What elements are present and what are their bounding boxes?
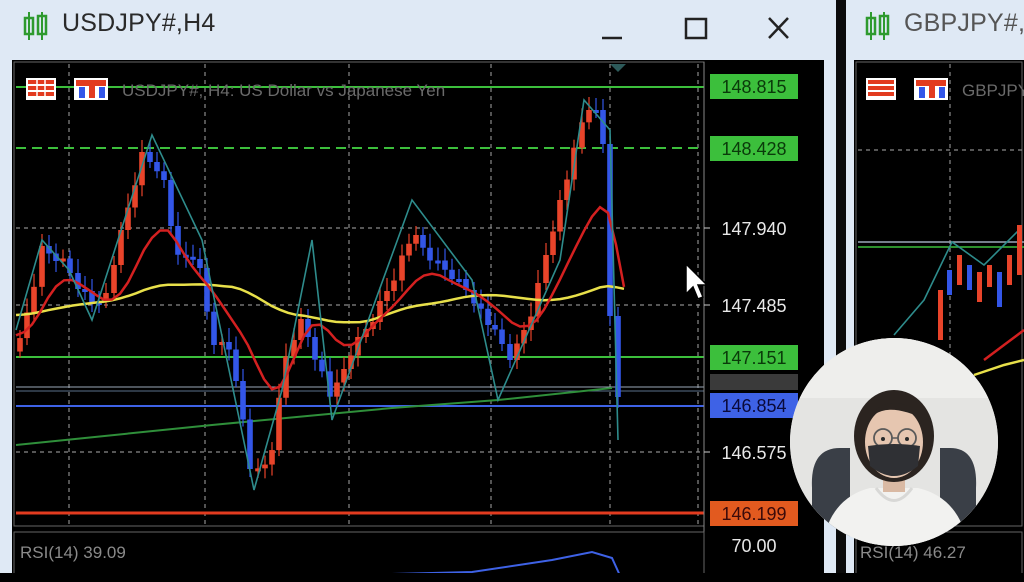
- candle-body[interactable]: [147, 152, 153, 162]
- candle-body[interactable]: [492, 325, 498, 330]
- candle-body[interactable]: [226, 342, 232, 350]
- candle-chart-icon: [865, 12, 890, 40]
- window-title: USDJPY#,H4: [62, 9, 216, 37]
- chart-window-usdjpy[interactable]: USDJPY#,H4 USDJPY#, H4: US Dollar vs Jap…: [0, 0, 836, 582]
- candle-body[interactable]: [161, 171, 167, 180]
- candle-body[interactable]: [17, 338, 23, 352]
- shift-marker[interactable]: [610, 64, 626, 72]
- svg-text:147.151: 147.151: [721, 348, 786, 368]
- candle-body[interactable]: [499, 329, 505, 345]
- candle-body[interactable]: [406, 243, 412, 256]
- candle-body[interactable]: [240, 381, 246, 420]
- candle-body[interactable]: [233, 349, 239, 382]
- candle-body[interactable]: [550, 231, 556, 256]
- candle-body[interactable]: [586, 110, 592, 123]
- svg-text:148.428: 148.428: [721, 139, 786, 159]
- candle-body[interactable]: [442, 260, 448, 270]
- candle-body[interactable]: [557, 200, 563, 232]
- candle-body[interactable]: [600, 110, 606, 144]
- svg-text:146.199: 146.199: [721, 504, 786, 524]
- price-chart-canvas[interactable]: USDJPY#, H4: US Dollar vs Japanese Yen 1…: [12, 60, 824, 582]
- chart-type-icon[interactable]: [74, 78, 108, 100]
- price-tick-146575: 146.575: [721, 443, 786, 463]
- chart-symbol-label: GBPJPY#: [962, 81, 1024, 100]
- window-title: GBPJPY#,H4: [904, 9, 1024, 37]
- candle-body[interactable]: [269, 450, 275, 465]
- rsi-level-label: 70.00: [731, 536, 776, 556]
- candle-body[interactable]: [449, 269, 455, 279]
- window-titlebar[interactable]: GBPJPY#,H4: [846, 0, 1024, 56]
- screen-bottom-edge: [0, 573, 1024, 582]
- candle-body[interactable]: [24, 312, 30, 339]
- candle-body[interactable]: [319, 359, 325, 372]
- long-ma-line: [15, 387, 613, 446]
- candle-body[interactable]: [111, 265, 117, 293]
- candle-body[interactable]: [435, 260, 441, 264]
- svg-text:148.815: 148.815: [721, 77, 786, 97]
- price-chart[interactable]: USDJPY#, H4: US Dollar vs Japanese Yen 1…: [12, 60, 824, 582]
- price-tick-147485: 147.485: [721, 296, 786, 316]
- candle-body[interactable]: [420, 235, 426, 248]
- candle-body[interactable]: [39, 246, 45, 287]
- candle-body[interactable]: [413, 235, 419, 244]
- chart-type-icon[interactable]: [914, 78, 948, 100]
- mouse-cursor-icon: [685, 262, 709, 300]
- candle-body[interactable]: [190, 256, 196, 260]
- maximize-icon[interactable]: [676, 10, 716, 46]
- candle-body[interactable]: [507, 344, 513, 360]
- presenter-webcam: [790, 338, 998, 546]
- candle-body[interactable]: [168, 180, 174, 226]
- candle-body[interactable]: [456, 279, 462, 282]
- candle-body[interactable]: [485, 308, 491, 325]
- candle-body[interactable]: [391, 280, 397, 292]
- chart-symbol-label: USDJPY#, H4: US Dollar vs Japanese Yen: [122, 81, 445, 100]
- candle-body[interactable]: [399, 255, 405, 281]
- window-titlebar[interactable]: USDJPY#,H4: [0, 0, 836, 56]
- grid-icon[interactable]: [866, 78, 896, 100]
- candle-body[interactable]: [262, 464, 268, 469]
- svg-text:146.854: 146.854: [721, 396, 786, 416]
- candle-body[interactable]: [31, 286, 37, 313]
- grid-icon[interactable]: [26, 78, 56, 100]
- rsi-label: RSI(14) 46.27: [860, 543, 966, 562]
- candle-body[interactable]: [334, 382, 340, 397]
- candle-body[interactable]: [384, 291, 390, 301]
- candle-chart-icon: [23, 12, 48, 40]
- candle-body[interactable]: [427, 247, 433, 261]
- candle-body[interactable]: [543, 255, 549, 283]
- price-tick-147940: 147.940: [721, 219, 786, 239]
- minimize-icon[interactable]: [592, 10, 632, 46]
- candle-body[interactable]: [197, 259, 203, 268]
- close-icon[interactable]: [758, 10, 798, 46]
- candle-body[interactable]: [312, 337, 318, 360]
- candle-body[interactable]: [139, 152, 145, 186]
- candlesticks[interactable]: [17, 97, 621, 479]
- price-badge-ask: [710, 374, 798, 390]
- rsi-label: RSI(14) 39.09: [20, 543, 126, 562]
- candle-body[interactable]: [211, 311, 217, 345]
- candle-body[interactable]: [478, 303, 484, 309]
- candle-body[interactable]: [154, 162, 160, 172]
